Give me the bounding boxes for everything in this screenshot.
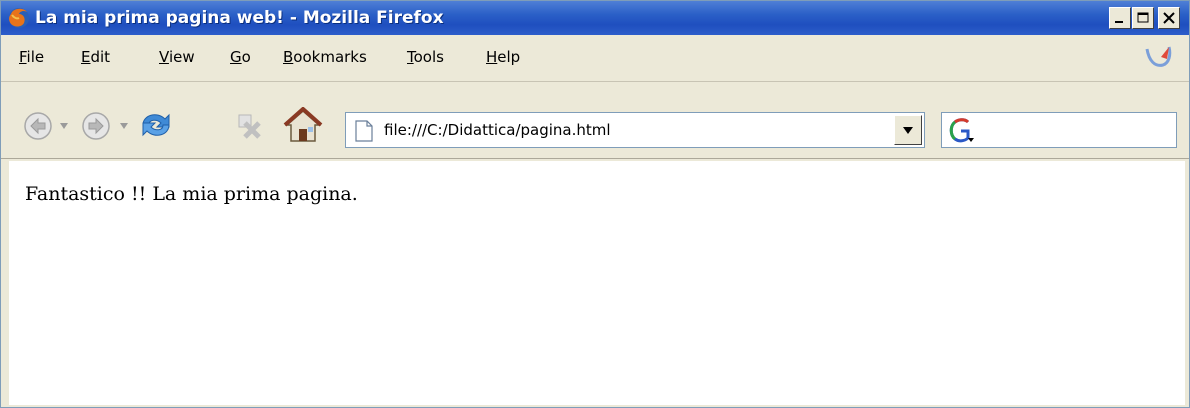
page-icon bbox=[355, 120, 373, 142]
search-box[interactable] bbox=[941, 112, 1177, 148]
menu-bookmarks[interactable]: Bookmarks bbox=[283, 48, 367, 66]
minimize-button[interactable] bbox=[1109, 7, 1131, 29]
minimize-icon bbox=[1115, 21, 1123, 23]
menu-go[interactable]: Go bbox=[230, 48, 251, 66]
maximize-icon bbox=[1137, 12, 1149, 23]
url-text[interactable]: file:///C:/Didattica/pagina.html bbox=[384, 121, 611, 139]
chevron-down-icon bbox=[903, 127, 913, 134]
browser-window: La mia prima pagina web! - Mozilla Firef… bbox=[0, 0, 1190, 408]
back-icon[interactable] bbox=[23, 111, 53, 141]
back-dropdown-icon[interactable] bbox=[59, 122, 69, 130]
maximize-button[interactable] bbox=[1132, 7, 1154, 29]
title-bar[interactable]: La mia prima pagina web! - Mozilla Firef… bbox=[1, 1, 1189, 35]
reload-icon[interactable] bbox=[137, 107, 175, 143]
menu-tools[interactable]: Tools bbox=[407, 48, 444, 66]
menu-help[interactable]: Help bbox=[486, 48, 520, 66]
menu-file[interactable]: File bbox=[19, 48, 44, 66]
forward-icon[interactable] bbox=[81, 111, 111, 141]
forward-dropdown-icon[interactable] bbox=[119, 122, 129, 130]
page-content: Fantastico !! La mia prima pagina. bbox=[9, 161, 1185, 405]
window-title: La mia prima pagina web! - Mozilla Firef… bbox=[35, 8, 444, 28]
menu-view[interactable]: View bbox=[159, 48, 195, 66]
close-icon bbox=[1163, 12, 1175, 24]
address-bar[interactable]: file:///C:/Didattica/pagina.html bbox=[345, 112, 925, 148]
menu-edit[interactable]: Edit bbox=[81, 48, 110, 66]
home-icon[interactable] bbox=[283, 107, 323, 145]
page-text: Fantastico !! La mia prima pagina. bbox=[25, 183, 358, 205]
stop-icon[interactable] bbox=[233, 111, 265, 143]
menu-bar: File Edit View Go Bookmarks Tools Help bbox=[1, 35, 1189, 82]
google-g-icon[interactable] bbox=[946, 116, 976, 144]
throbber-icon bbox=[1145, 46, 1172, 67]
firefox-icon bbox=[9, 8, 29, 28]
url-dropdown-button[interactable] bbox=[894, 115, 922, 145]
close-button[interactable] bbox=[1158, 7, 1180, 29]
